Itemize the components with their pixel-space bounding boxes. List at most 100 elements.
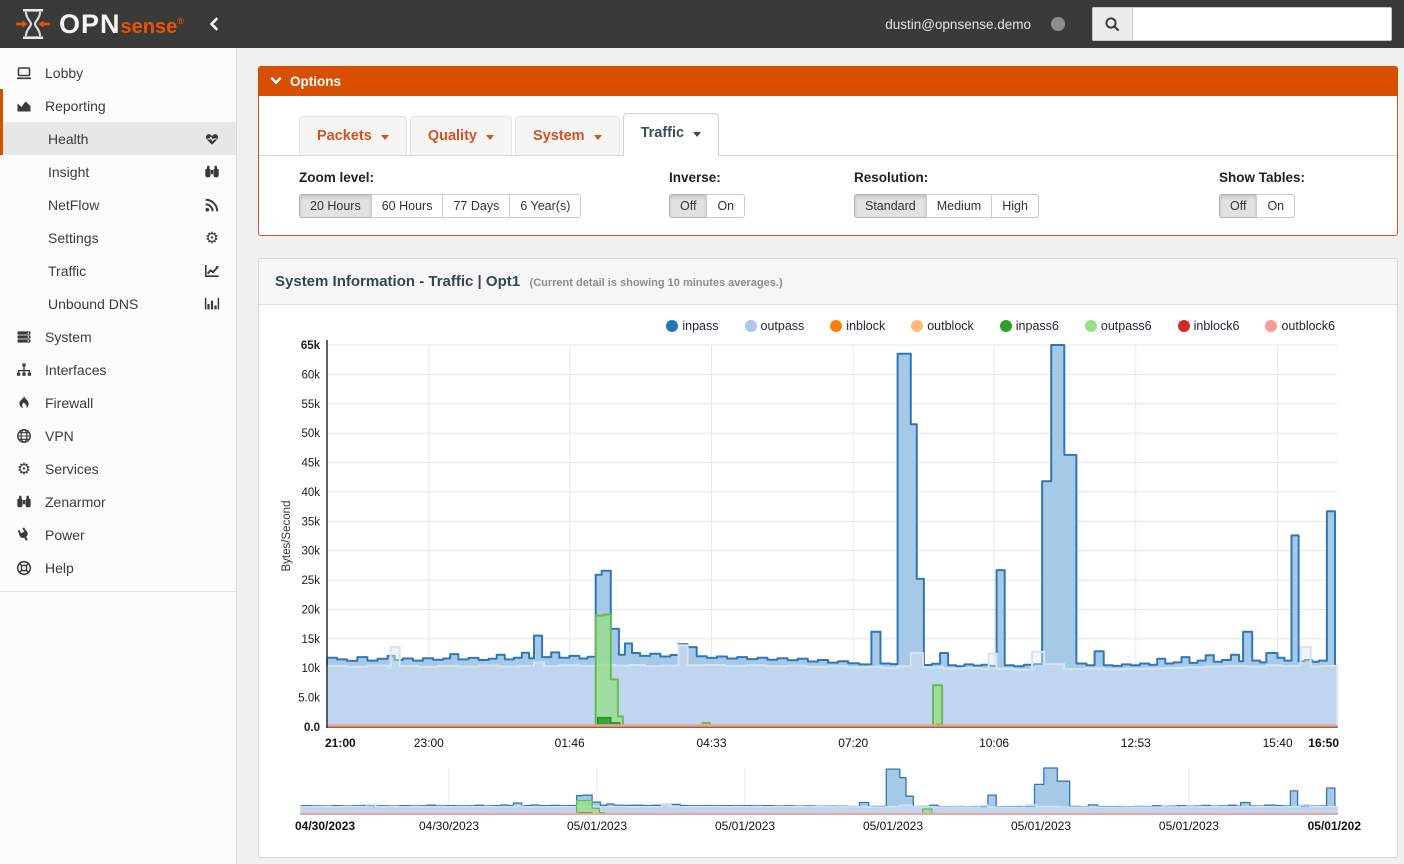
brand-sense: sense® <box>120 15 184 38</box>
svg-text:0.0: 0.0 <box>304 722 320 734</box>
button-77-days[interactable]: 77 Days <box>442 194 511 218</box>
sidebar-item-label: Health <box>48 130 89 147</box>
svg-text:04:33: 04:33 <box>696 736 726 750</box>
sidebar-item-settings[interactable]: Settings ⚙ <box>0 221 236 254</box>
legend-item-outblock[interactable]: outblock <box>911 319 974 333</box>
svg-text:50k: 50k <box>301 428 320 440</box>
sidebar-item-health[interactable]: Health <box>0 122 236 155</box>
options-header[interactable]: Options <box>258 66 1398 96</box>
svg-text:⚙: ⚙ <box>205 230 219 246</box>
chart-legend: inpass outpass inblock outblock inpass6 outpa… <box>277 313 1379 335</box>
button-on[interactable]: On <box>1256 194 1296 218</box>
legend-label: inblock6 <box>1193 319 1240 333</box>
button-6-year-s-[interactable]: 6 Year(s) <box>509 194 582 218</box>
traffic-main-chart[interactable]: 0.0 5.0k 10k 15k 20k 25k 30k 35k 40k 45k 50k 55k 60k… <box>277 335 1377 759</box>
control-label: Show Tables: <box>1219 170 1306 185</box>
sidebar-item-system[interactable]: System <box>0 320 236 353</box>
tab-quality[interactable]: Quality <box>409 116 512 155</box>
legend-dot-icon <box>744 320 757 332</box>
legend-item-outpass6[interactable]: outpass6 <box>1084 319 1152 333</box>
laptop-icon <box>14 65 33 81</box>
search-input[interactable] <box>1133 8 1391 40</box>
sidebar-item-label: Interfaces <box>45 361 107 378</box>
user-menu[interactable]: dustin@opnsense.demo <box>885 17 1031 32</box>
rss-icon <box>204 197 220 213</box>
svg-text:21:00: 21:00 <box>325 736 356 750</box>
legend-item-outblock6[interactable]: outblock6 <box>1265 319 1335 333</box>
tab-system[interactable]: System <box>514 116 620 155</box>
sidebar-item-lobby[interactable]: Lobby <box>0 56 236 89</box>
svg-text:05/01/2023: 05/01/2023 <box>863 819 923 833</box>
sidebar-item-services[interactable]: ⚙ Services <box>0 452 236 485</box>
gear-icon: ⚙ <box>204 230 220 246</box>
sidebar-item-label: Help <box>45 559 74 576</box>
button-high[interactable]: High <box>991 194 1039 218</box>
svg-text:05/01/2023: 05/01/2023 <box>715 819 775 833</box>
legend-item-inpass6[interactable]: inpass6 <box>999 319 1059 333</box>
button-standard[interactable]: Standard <box>854 194 927 218</box>
legend-dot-icon <box>999 320 1012 332</box>
svg-text:16:50: 16:50 <box>1308 736 1339 750</box>
legend-label: outblock <box>927 319 974 333</box>
sidebar-item-interfaces[interactable]: Interfaces <box>0 353 236 386</box>
button-off[interactable]: Off <box>669 194 708 218</box>
svg-text:07:20: 07:20 <box>838 736 868 750</box>
control-show-tables: Show Tables: Off On <box>1219 170 1381 218</box>
area-chart-icon <box>14 98 33 114</box>
button-off[interactable]: Off <box>1219 194 1258 218</box>
sidebar-collapse-button[interactable] <box>206 16 222 32</box>
legend-item-inblock[interactable]: inblock <box>830 319 885 333</box>
main-content: Options Packets Quality System Traffic Zoom… <box>237 48 1404 864</box>
sidebar-item-reporting[interactable]: Reporting <box>0 89 236 122</box>
control-label: Zoom level: <box>299 170 375 185</box>
sidebar-item-vpn[interactable]: VPN <box>0 419 236 452</box>
control-inverse: Inverse: Off On <box>669 170 854 218</box>
button-on[interactable]: On <box>706 194 746 218</box>
sidebar-item-traffic[interactable]: Traffic <box>0 254 236 287</box>
svg-text:60k: 60k <box>301 369 320 381</box>
button-group: 20 Hours 60 Hours 77 Days 6 Year(s) <box>299 194 669 218</box>
svg-text:25k: 25k <box>301 575 320 587</box>
tab-packets[interactable]: Packets <box>299 116 407 155</box>
svg-text:⚙: ⚙ <box>17 461 31 477</box>
svg-text:05/01/2023: 05/01/2023 <box>1011 819 1071 833</box>
tab-traffic[interactable]: Traffic <box>622 113 720 156</box>
legend-item-outpass[interactable]: outpass <box>744 319 804 333</box>
sitemap-icon <box>14 362 33 378</box>
options-title: Options <box>290 73 341 89</box>
page-title: System Information - Traffic | Opt1 <box>275 273 521 290</box>
svg-text:01:46: 01:46 <box>555 736 585 750</box>
sidebar-item-firewall[interactable]: Firewall <box>0 386 236 419</box>
button-medium[interactable]: Medium <box>925 194 993 218</box>
svg-text:15:40: 15:40 <box>1263 736 1293 750</box>
sidebar-item-label: System <box>45 328 92 345</box>
sidebar-item-label: Reporting <box>45 97 106 114</box>
tab-label: Packets <box>317 128 372 144</box>
control-label: Inverse: <box>669 170 721 185</box>
hourglass-logo-icon <box>16 9 50 39</box>
traffic-overview-chart[interactable]: 04/30/2023 04/30/2023 05/01/2023 05/01/2023… <box>277 764 1377 838</box>
sidebar-item-zenarmor[interactable]: Zenarmor <box>0 485 236 518</box>
sidebar-item-netflow[interactable]: NetFlow <box>0 188 236 221</box>
opnsense-logo[interactable]: OPN sense® <box>0 7 200 41</box>
legend-item-inpass[interactable]: inpass <box>666 319 719 333</box>
svg-text:20k: 20k <box>301 604 320 616</box>
button-60-hours[interactable]: 60 Hours <box>370 194 444 218</box>
button-group: Off On <box>1219 194 1381 218</box>
fire-icon <box>14 395 33 411</box>
sidebar-item-label: Zenarmor <box>45 493 106 510</box>
button-20-hours[interactable]: 20 Hours <box>299 194 372 218</box>
sidebar-item-unbound-dns[interactable]: Unbound DNS <box>0 287 236 320</box>
legend-label: inpass6 <box>1015 319 1059 333</box>
sidebar-item-label: Firewall <box>45 394 94 411</box>
sidebar-item-insight[interactable]: Insight <box>0 155 236 188</box>
caret-down-icon <box>485 134 494 140</box>
search-icon <box>1093 8 1133 40</box>
svg-text:04/30/2023: 04/30/2023 <box>419 819 479 833</box>
sidebar-item-help[interactable]: Help <box>0 551 236 584</box>
tab-label: System <box>532 128 585 144</box>
legend-item-inblock6[interactable]: inblock6 <box>1177 319 1240 333</box>
sidebar-item-power[interactable]: Power <box>0 518 236 551</box>
legend-dot-icon <box>1177 320 1190 332</box>
legend-dot-icon <box>1265 320 1278 332</box>
